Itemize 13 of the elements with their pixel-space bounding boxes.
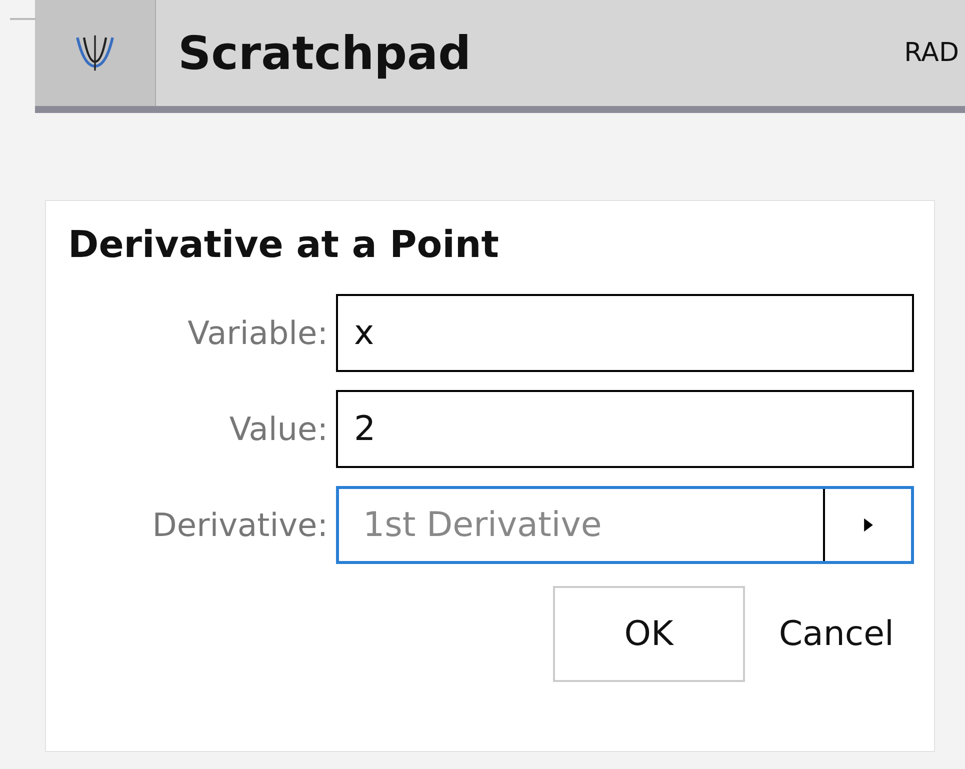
- caret-icon: [862, 517, 874, 533]
- field-label: Variable:: [186, 314, 328, 352]
- app-title: Scratchpad: [178, 26, 472, 80]
- graph-icon: [73, 33, 117, 73]
- input-field[interactable]: 2: [336, 390, 914, 468]
- input-field[interactable]: x: [336, 294, 914, 372]
- field-label: Derivative:: [151, 506, 328, 544]
- angle-mode: RAD: [904, 38, 959, 68]
- field-label: Value:: [228, 410, 328, 448]
- ok-button[interactable]: OK: [552, 586, 745, 682]
- app-tab[interactable]: [35, 0, 156, 106]
- dropdown[interactable]: 1st Derivative: [336, 486, 914, 564]
- dialog-title: Derivative at a Point: [68, 223, 500, 266]
